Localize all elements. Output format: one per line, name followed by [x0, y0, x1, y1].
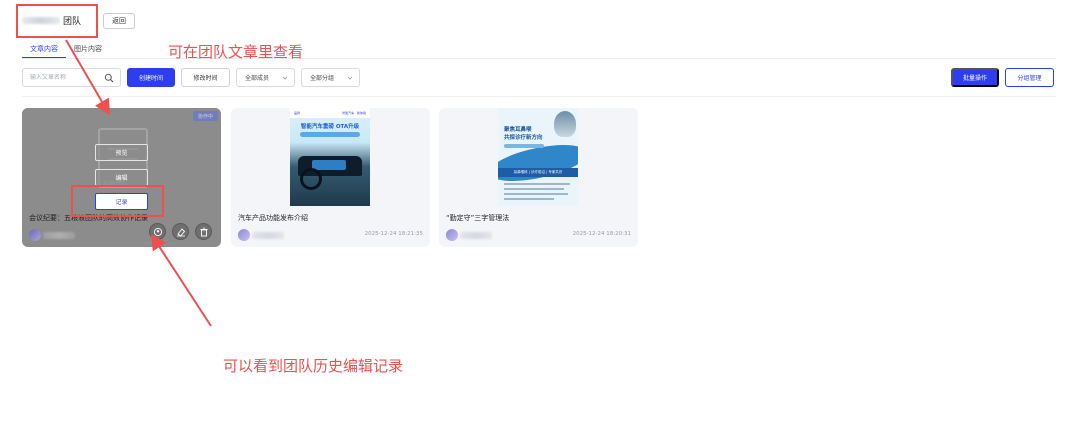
article-card-management[interactable]: 聚焦耳鼻喉 共探诊疗新方向 耳鼻喉科 | 诊疗前沿 | 专家共识 “勤定守”三字…	[439, 108, 638, 247]
author-name-blurred	[460, 232, 492, 239]
poster-topbar: 品牌 智能汽车 · 新体验	[290, 108, 370, 118]
sort-created-button[interactable]: 创建时间	[127, 68, 175, 87]
card-title: 汽车产品功能发布介绍	[238, 214, 308, 222]
author-name-blurred	[43, 232, 75, 239]
eraser-icon[interactable]	[172, 223, 189, 240]
article-card-meeting[interactable]: 五粮液团队 协作中 预览 编辑 记录 会议纪要：五粮液团队的高效协作记录	[22, 108, 221, 247]
medical-poster-image: 聚焦耳鼻喉 共探诊疗新方向 耳鼻喉科 | 诊疗前沿 | 专家共识	[498, 108, 578, 206]
poster-headline: 聚焦耳鼻喉 共探诊疗新方向	[504, 126, 543, 142]
poster-text-line	[504, 198, 554, 200]
car-poster-image: 品牌 智能汽车 · 新体验 智能汽车重磅 OTA升级	[290, 108, 370, 206]
card-thumbnail: 聚焦耳鼻喉 共探诊疗新方向 耳鼻喉科 | 诊疗前沿 | 专家共识	[439, 108, 638, 206]
author-name-blurred	[252, 232, 284, 239]
avatar	[238, 229, 250, 241]
poster-headline: 智能汽车重磅 OTA升级	[300, 124, 360, 130]
annotation-box-record	[71, 185, 164, 217]
annotation-tip-view: 可在团队文章里查看	[168, 43, 304, 61]
collab-badge: 协作中	[193, 111, 218, 121]
group-manage-button[interactable]: 分组管理	[1005, 68, 1054, 87]
search-input[interactable]	[30, 74, 100, 81]
chevron-down-icon	[347, 76, 353, 80]
poster-headline-1: 聚焦耳鼻喉	[504, 127, 532, 133]
tab-articles[interactable]: 文章内容	[22, 43, 66, 59]
content-tabs: 文章内容 图片内容	[22, 43, 110, 59]
member-select[interactable]: 全部成员	[236, 68, 295, 87]
poster-subline	[300, 132, 360, 137]
share-icon[interactable]	[149, 223, 166, 240]
annotation-tip-record: 可以看到团队历史编辑记录	[223, 357, 404, 375]
poster-brand: 品牌	[294, 111, 301, 115]
annotation-box-team-title	[16, 4, 98, 38]
filter-divider	[22, 96, 1056, 97]
chevron-down-icon	[282, 76, 288, 80]
steering-wheel-icon	[300, 168, 322, 190]
group-select-value: 全部分组	[310, 75, 335, 82]
car-screen	[312, 160, 346, 170]
doctor-photo	[554, 111, 576, 137]
trash-icon[interactable]	[195, 223, 212, 240]
back-button[interactable]: 返回	[103, 13, 135, 29]
member-select-value: 全部成员	[245, 75, 270, 82]
card-thumbnail: 品牌 智能汽车 · 新体验 智能汽车重磅 OTA升级	[231, 108, 430, 206]
sort-modified-button[interactable]: 修改时间	[181, 68, 230, 87]
card-timestamp: 2025-12-24 18:21:35	[364, 231, 423, 237]
group-select[interactable]: 全部分组	[301, 68, 360, 87]
poster-band: 耳鼻喉科 | 诊疗前沿 | 专家共识	[498, 168, 578, 177]
arrow-to-record	[150, 233, 212, 327]
tab-images[interactable]: 图片内容	[66, 43, 110, 59]
card-title: “勤定守”三字管理法	[446, 214, 510, 222]
poster-text-line	[504, 193, 568, 195]
edit-button[interactable]: 编辑	[95, 169, 148, 186]
poster-text-line	[504, 188, 564, 190]
preview-button[interactable]: 预览	[95, 144, 148, 161]
card-timestamp: 2025-12-24 18:20:31	[572, 231, 631, 237]
poster-text-line	[504, 183, 570, 185]
avatar	[446, 229, 458, 241]
poster-tag	[504, 144, 544, 148]
avatar	[29, 229, 41, 241]
poster-tagline: 智能汽车 · 新体验	[342, 111, 366, 115]
search-icon[interactable]	[104, 73, 114, 83]
poster-headline-2: 共探诊疗新方向	[504, 135, 543, 141]
search-box	[22, 68, 121, 87]
batch-operation-button[interactable]: 批量操作	[951, 68, 999, 87]
article-card-car[interactable]: 品牌 智能汽车 · 新体验 智能汽车重磅 OTA升级 汽车产品功能发布介绍 20…	[231, 108, 430, 247]
